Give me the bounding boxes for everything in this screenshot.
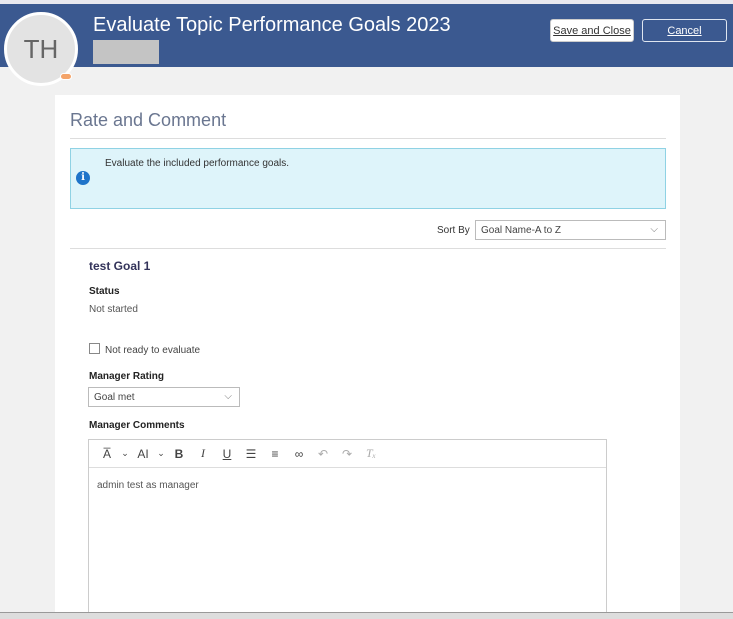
sort-value: Goal Name-A to Z [481,224,562,236]
status-value: Not started [89,304,138,315]
status-label: Status [89,286,120,297]
divider [70,248,666,249]
font-icon[interactable]: A̅ [97,447,117,461]
bold-icon[interactable]: B [169,447,189,461]
manager-comments-label: Manager Comments [89,420,185,431]
underline-icon[interactable]: U [217,447,237,461]
numbered-list-icon[interactable]: ☰ [241,447,261,461]
save-and-close-button[interactable]: Save and Close [550,19,634,42]
taskbar [0,612,733,619]
redacted-subtitle [93,40,159,64]
italic-icon[interactable]: I [193,446,213,461]
sort-by-label: Sort By [437,225,470,236]
cancel-button[interactable]: Cancel [642,19,727,42]
info-banner: i Evaluate the included performance goal… [70,148,666,209]
bulleted-list-icon[interactable]: ≡ [265,447,285,461]
not-ready-checkbox[interactable] [89,343,100,354]
undo-icon[interactable]: ↶ [313,447,333,461]
clear-format-icon[interactable]: Tₓ [361,446,381,461]
goal-name: test Goal 1 [89,259,151,273]
manager-rating-select[interactable]: Goal met ⌵ [88,387,240,407]
section-title: Rate and Comment [70,110,227,130]
chevron-down-icon: ⌵ [224,391,232,402]
comments-textarea[interactable]: admin test as manager [89,468,606,503]
sort-by-select[interactable]: Goal Name-A to Z ⌵ [475,220,666,240]
more-badge-icon[interactable] [60,73,72,80]
chevron-down-icon: ⌵ [650,224,658,235]
font-size-icon[interactable]: AΙ [133,447,153,461]
info-text: Evaluate the included performance goals. [105,158,290,169]
link-icon[interactable]: ∞ [289,447,309,461]
manager-rating-label: Manager Rating [89,371,165,382]
chevron-down-icon[interactable]: ⌄ [157,448,165,459]
header: Evaluate Topic Performance Goals 2023 Sa… [0,4,733,67]
chevron-down-icon[interactable]: ⌄ [121,448,129,459]
not-ready-label: Not ready to evaluate [105,345,201,356]
info-icon: i [76,171,90,185]
page-title: Evaluate Topic Performance Goals 2023 [93,14,451,36]
rating-value: Goal met [94,391,135,403]
editor-toolbar: A̅ ⌄ AΙ ⌄ B I U ☰ ≡ ∞ ↶ ↷ Tₓ [89,440,606,468]
divider [70,138,666,139]
comments-editor: A̅ ⌄ AΙ ⌄ B I U ☰ ≡ ∞ ↶ ↷ Tₓ admin test as… [88,439,607,613]
redo-icon[interactable]: ↷ [337,447,357,461]
